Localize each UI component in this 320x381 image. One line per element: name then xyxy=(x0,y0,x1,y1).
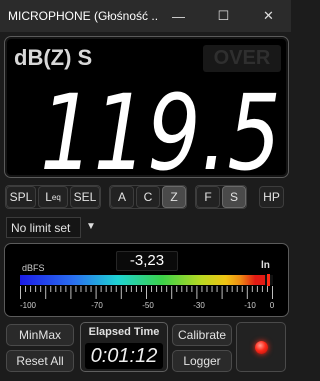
scale-label: -100 xyxy=(19,301,37,310)
meter-scale: -100 -70 -50 -30 -10 0 xyxy=(0,301,291,313)
a-weighting-button[interactable]: A xyxy=(110,186,134,208)
scale-label: -10 xyxy=(244,301,256,310)
level-value: 119.5 xyxy=(40,81,283,181)
minimize-button[interactable]: — xyxy=(156,0,201,32)
sel-button[interactable]: SEL xyxy=(70,186,100,208)
dbfs-readout: -3,23 xyxy=(116,251,178,271)
spl-button[interactable]: SPL xyxy=(6,186,36,208)
logger-button[interactable]: Logger xyxy=(172,350,232,372)
z-weighting-button[interactable]: Z xyxy=(162,186,186,208)
scale-label: -70 xyxy=(91,301,103,310)
scale-label: -30 xyxy=(193,301,205,310)
close-button[interactable]: ✕ xyxy=(246,0,291,32)
ln-label: ln xyxy=(261,260,270,271)
elapsed-time-box: Elapsed Time 0:01:12 xyxy=(80,322,168,372)
calibrate-button[interactable]: Calibrate xyxy=(172,324,232,346)
weighting-mode-label: dB(Z) S xyxy=(14,45,93,70)
window-title: MICROPHONE (Głośność ... xyxy=(8,9,158,23)
fast-button[interactable]: F xyxy=(196,186,220,208)
record-led-icon xyxy=(254,340,268,354)
limit-select[interactable]: No limit set xyxy=(6,217,81,238)
leq-sub-label: eq xyxy=(51,192,61,202)
svg-text:119.5: 119.5 xyxy=(40,81,281,181)
over-indicator: OVER xyxy=(203,45,281,72)
reset-all-button[interactable]: Reset All xyxy=(6,350,74,372)
leq-button[interactable]: Leq xyxy=(38,186,68,208)
chevron-down-icon[interactable]: ▼ xyxy=(86,221,96,232)
record-button[interactable] xyxy=(236,322,286,372)
hp-button[interactable]: HP xyxy=(259,186,284,208)
minmax-button[interactable]: MinMax xyxy=(6,324,74,346)
meter-ticks xyxy=(20,286,273,299)
elapsed-time-label: Elapsed Time xyxy=(88,326,160,338)
leq-main-label: L xyxy=(45,190,52,204)
maximize-button[interactable]: ☐ xyxy=(201,0,246,32)
scale-label: 0 xyxy=(269,301,275,310)
level-bar-fill xyxy=(20,275,266,285)
dbfs-unit-label: dBFS xyxy=(22,263,45,273)
elapsed-time-value: 0:01:12 xyxy=(85,343,163,369)
c-weighting-button[interactable]: C xyxy=(136,186,160,208)
title-bar: MICROPHONE (Głośność ... — ☐ ✕ xyxy=(0,0,291,32)
level-display-panel: dB(Z) S OVER 119.5 xyxy=(4,36,289,181)
scale-label: -50 xyxy=(142,301,154,310)
peak-marker xyxy=(267,274,270,286)
slow-button[interactable]: S xyxy=(222,186,246,208)
level-bar xyxy=(20,274,273,286)
